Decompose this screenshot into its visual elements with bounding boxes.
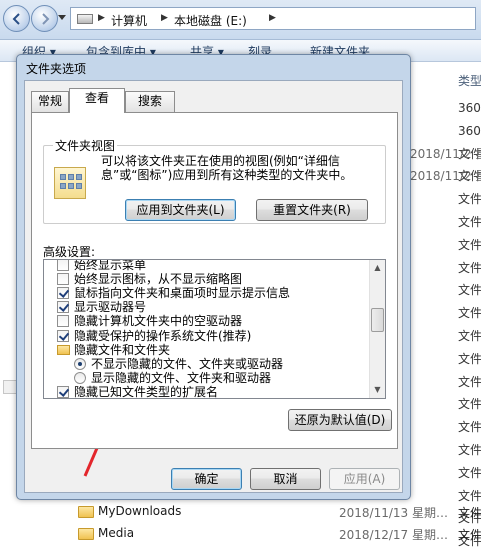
file-type: 文件 (458, 397, 481, 411)
file-type: 文件 (458, 506, 481, 520)
recent-pages-chevron-icon[interactable] (58, 15, 66, 21)
advanced-setting-label: 隐藏受保护的操作系统文件(推荐) (74, 329, 252, 343)
advanced-setting-label: 隐藏文件和文件夹 (74, 343, 171, 357)
file-date: 2018/11/13 星期… (339, 506, 448, 520)
back-button[interactable] (3, 5, 30, 32)
checkbox[interactable] (57, 260, 69, 271)
forward-arrow-icon (42, 13, 50, 25)
breadcrumb-drive[interactable]: 本地磁盘 (E:) (174, 12, 247, 29)
file-name[interactable]: MyDownloads (98, 504, 181, 522)
advanced-setting-row[interactable]: 始终显示图标，从不显示缩略图 (44, 272, 370, 286)
file-date: 2018/11/2 星期… (410, 169, 481, 183)
file-type: 文件 (458, 215, 481, 229)
folder-icon (78, 506, 94, 518)
tab-general[interactable]: 常规 (31, 91, 69, 112)
advanced-setting-label: 显示驱动器号 (74, 300, 147, 314)
forward-button[interactable] (31, 5, 58, 32)
checkbox[interactable] (57, 273, 69, 285)
breadcrumb-separator-icon[interactable]: ▶ (98, 13, 105, 23)
tab-view[interactable]: 查看 (69, 88, 125, 113)
file-type: 文件 (458, 466, 481, 480)
advanced-setting-label: 鼠标指向文件夹和桌面项时显示提示信息 (74, 286, 291, 300)
advanced-setting-row[interactable]: 隐藏计算机文件夹中的空驱动器 (44, 314, 370, 328)
scroll-down-icon[interactable]: ▼ (370, 382, 385, 398)
restore-defaults-button[interactable]: 还原为默认值(D) (288, 409, 392, 431)
folder-views-legend: 文件夹视图 (53, 137, 118, 154)
dialog-title: 文件夹选项 (26, 62, 87, 76)
file-type: 文件 (458, 352, 481, 366)
computer-icon (77, 14, 93, 24)
checkbox[interactable] (57, 301, 69, 313)
back-arrow-icon (12, 13, 20, 25)
cancel-button[interactable]: 取消 (250, 468, 321, 490)
folder-view-icon (54, 167, 86, 199)
file-type: 文件 (458, 420, 481, 434)
file-type: 文件 (458, 329, 481, 343)
advanced-setting-row[interactable]: 隐藏文件和文件夹 (44, 343, 370, 357)
advanced-setting-label: 始终显示菜单 (74, 259, 147, 272)
radio-button[interactable] (74, 358, 86, 370)
advanced-setting-row[interactable]: 显示驱动器号 (44, 300, 370, 314)
breadcrumb-computer[interactable]: 计算机 (111, 12, 147, 29)
file-type: 文件 (458, 306, 481, 320)
checkbox[interactable] (57, 386, 69, 398)
type-column-header[interactable]: 类型 (458, 72, 481, 89)
scroll-up-icon[interactable]: ▲ (370, 260, 385, 276)
advanced-setting-row[interactable]: 始终显示菜单 (44, 259, 370, 272)
folder-options-dialog: 文件夹选项 常规 查看 搜索 文件夹视图 可以将该文件夹正在使用的视图(例如“详… (16, 54, 411, 500)
address-bar-strip: ▶ 计算机 ▶ 本地磁盘 (E:) ▶ (0, 0, 481, 40)
file-type: 360压 (458, 101, 481, 115)
advanced-setting-row[interactable]: 显示隐藏的文件、文件夹和驱动器 (44, 371, 370, 385)
folder-icon (78, 528, 94, 540)
file-type: 文件 (458, 192, 481, 206)
checkbox[interactable] (57, 287, 69, 299)
file-type: 文件 (458, 283, 481, 297)
dialog-body: 常规 查看 搜索 文件夹视图 可以将该文件夹正在使用的视图(例如“详细信息”或“… (24, 80, 403, 493)
advanced-setting-label: 隐藏已知文件类型的扩展名 (74, 385, 219, 399)
apply-to-folders-button[interactable]: 应用到文件夹(L) (125, 199, 236, 221)
tab-search[interactable]: 搜索 (125, 91, 175, 112)
folder-views-description: 可以将该文件夹正在使用的视图(例如“详细信息”或“图标”)应用到所有这种类型的文… (101, 154, 353, 182)
advanced-setting-row[interactable]: 鼠标指向文件夹和桌面项时显示提示信息 (44, 286, 370, 300)
expand-icon[interactable] (3, 380, 17, 394)
file-type: 360压 (458, 124, 481, 138)
address-box[interactable]: ▶ 计算机 ▶ 本地磁盘 (E:) ▶ (70, 7, 476, 30)
ok-button[interactable]: 确定 (171, 468, 242, 490)
advanced-settings-scrollbar[interactable]: ▲ ▼ (369, 260, 385, 398)
breadcrumb-separator-icon[interactable]: ▶ (161, 13, 168, 23)
checkbox[interactable] (57, 315, 69, 327)
advanced-setting-row[interactable]: 隐藏已知文件类型的扩展名 (44, 385, 370, 399)
advanced-setting-label: 隐藏计算机文件夹中的空驱动器 (74, 314, 243, 328)
file-type: 文件 (458, 375, 481, 389)
advanced-setting-label: 显示隐藏的文件、文件夹和驱动器 (91, 371, 272, 385)
file-date: 2018/12/17 星期… (339, 528, 448, 542)
file-type: 文件 (458, 238, 481, 252)
advanced-settings-label: 高级设置: (43, 245, 96, 259)
advanced-setting-row[interactable]: 隐藏受保护的操作系统文件(推荐) (44, 329, 370, 343)
file-type: 文件 (458, 261, 481, 275)
file-type: 文件 (458, 443, 481, 457)
advanced-setting-label: 不显示隐藏的文件、文件夹或驱动器 (91, 357, 284, 371)
advanced-setting-row[interactable]: 不显示隐藏的文件、文件夹或驱动器 (44, 357, 370, 371)
folder-views-group: 文件夹视图 可以将该文件夹正在使用的视图(例如“详细信息”或“图标”)应用到所有… (43, 137, 386, 224)
advanced-settings-list[interactable]: 始终显示菜单 始终显示图标，从不显示缩略图 鼠标指向文件夹和桌面项时显示提示信息 显示… (43, 259, 386, 399)
breadcrumb-separator-icon[interactable]: ▶ (269, 13, 276, 23)
file-type: 文件 (458, 489, 481, 503)
checkbox[interactable] (57, 330, 69, 342)
apply-button[interactable]: 应用(A) (329, 468, 400, 490)
radio-button[interactable] (74, 372, 86, 384)
file-name[interactable]: Media (98, 526, 134, 544)
file-date: 2018/11/2 星期… (410, 147, 481, 161)
reset-folders-button[interactable]: 重置文件夹(R) (256, 199, 368, 221)
folder-icon (57, 345, 70, 355)
view-tab-panel: 文件夹视图 可以将该文件夹正在使用的视图(例如“详细信息”或“图标”)应用到所有… (31, 112, 398, 449)
advanced-setting-label: 始终显示图标，从不显示缩略图 (74, 272, 243, 286)
file-type: 文件 (458, 528, 481, 542)
scroll-thumb[interactable] (371, 308, 384, 332)
